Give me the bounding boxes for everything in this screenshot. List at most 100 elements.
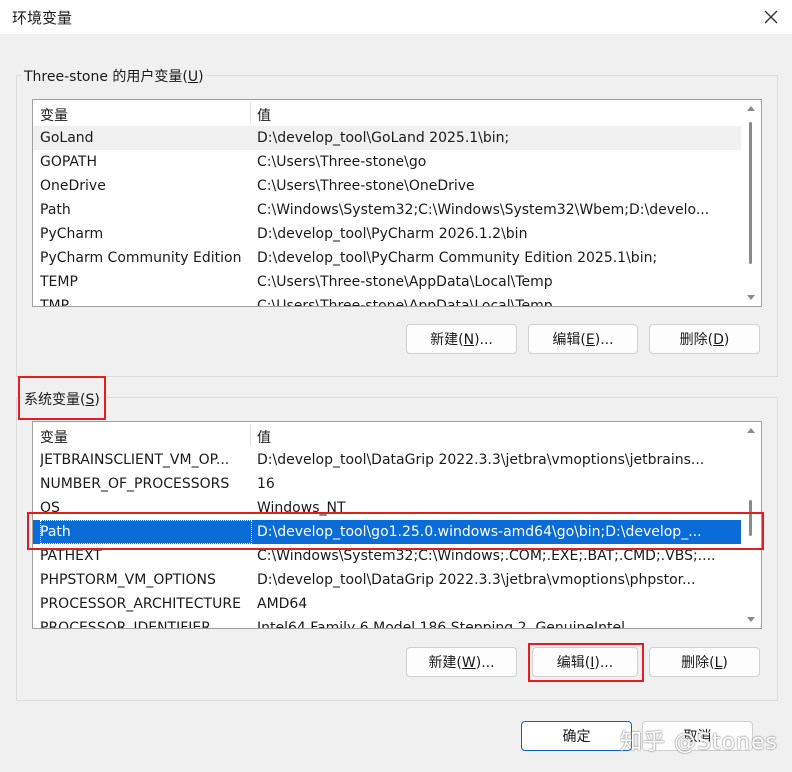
var-name: GOPATH (40, 154, 97, 170)
var-name: Path (40, 202, 71, 218)
close-icon[interactable] (758, 4, 784, 30)
var-name: OS (40, 500, 60, 516)
var-value: D:\develop_tool\DataGrip 2022.3.3\jetbra… (257, 452, 705, 468)
btn-text: 确定 (562, 729, 591, 745)
table-row[interactable]: GoLand D:\develop_tool\GoLand 2025.1\bin; (33, 126, 741, 150)
system-label-suffix: ) (94, 392, 100, 408)
table-row[interactable]: GOPATH C:\Users\Three-stone\go (33, 150, 741, 174)
var-value: D:\develop_tool\PyCharm 2026.1.2\bin (257, 226, 528, 242)
system-variables-label: 系统变量(S) (22, 389, 102, 409)
btn-text: ) (722, 655, 728, 671)
table-row[interactable]: PATHEXT C:\Windows\System32;C:\Windows;.C… (33, 544, 741, 568)
btn-text: )... (594, 332, 614, 348)
var-value: D:\develop_tool\PyCharm Community Editio… (257, 250, 658, 266)
watermark-text: 知乎 @Stones (620, 730, 778, 755)
table-row[interactable]: PyCharm D:\develop_tool\PyCharm 2026.1.2\… (33, 222, 741, 246)
var-value: C:\Windows\System32;C:\Windows;.COM;.EXE… (257, 548, 716, 564)
btn-text: ) (723, 332, 730, 348)
var-name: Path (40, 520, 252, 544)
table-row[interactable]: Path C:\Windows\System32;C:\Windows\Syste… (33, 198, 741, 222)
system-variables-list[interactable]: 变量 值 JETBRAINSCLIENT_VM_OP... D:\develop_… (32, 421, 762, 629)
btn-key: D (713, 332, 724, 348)
table-row[interactable]: TMP C:\Users\Three-stone\AppData\Local\Te… (33, 294, 741, 307)
btn-text: 新建( (430, 332, 464, 348)
var-value: C:\Users\Three-stone\AppData\Local\Temp (257, 298, 553, 307)
column-header-value[interactable]: 值 (257, 427, 271, 447)
column-header-name[interactable]: 变量 (40, 427, 68, 447)
list-header: 变量 值 (33, 100, 741, 126)
scroll-down-arrow-icon[interactable] (747, 295, 755, 300)
btn-text: )... (594, 655, 614, 671)
system-list-scrollbar[interactable] (741, 422, 761, 628)
var-value: C:\Windows\System32;C:\Windows\System32\… (257, 202, 710, 218)
user-label-prefix: Three-stone 的用户变量( (24, 69, 188, 85)
var-value: D:\develop_tool\GoLand 2025.1\bin; (257, 130, 510, 146)
var-value: AMD64 (257, 596, 308, 612)
var-name: NUMBER_OF_PROCESSORS (40, 476, 230, 492)
scroll-thumb[interactable] (749, 500, 752, 536)
scroll-down-arrow-icon[interactable] (747, 617, 755, 622)
user-label-key: U (187, 69, 199, 85)
scroll-up-arrow-icon[interactable] (747, 428, 755, 433)
btn-text: 新建( (428, 655, 462, 671)
btn-text: )... (474, 332, 493, 348)
var-name: PyCharm (40, 226, 104, 242)
title-bar: 环境变量 (0, 0, 792, 34)
scroll-thumb[interactable] (749, 122, 752, 264)
ok-button[interactable]: 确定 (521, 721, 632, 751)
var-value: 16 (257, 476, 275, 492)
btn-text: 编辑( (552, 332, 586, 348)
table-row[interactable]: PHPSTORM_VM_OPTIONS D:\develop_tool\DataG… (33, 568, 741, 592)
system-delete-button[interactable]: 删除(L) (649, 647, 760, 677)
list-header: 变量 值 (33, 422, 741, 448)
btn-key: W (461, 655, 476, 671)
column-divider[interactable] (250, 424, 251, 446)
btn-key: E (585, 332, 595, 348)
window-title: 环境变量 (12, 9, 73, 27)
scroll-up-arrow-icon[interactable] (747, 106, 755, 111)
system-edit-button[interactable]: 编辑(I)... (532, 647, 638, 677)
var-value: C:\Users\Three-stone\AppData\Local\Temp (257, 274, 553, 290)
user-variables-label: Three-stone 的用户变量(U) (22, 66, 206, 86)
user-rows: GoLand D:\develop_tool\GoLand 2025.1\bin;… (33, 126, 741, 306)
btn-text: 删除( (679, 332, 714, 348)
var-value: D:\develop_tool\DataGrip 2022.3.3\jetbra… (257, 572, 696, 588)
table-row[interactable]: TEMP C:\Users\Three-stone\AppData\Local\T… (33, 270, 741, 294)
table-row[interactable]: PROCESSOR_IDENTIFIER Intel64 Family 6 Mod… (33, 616, 741, 629)
var-value: C:\Users\Three-stone\go (257, 154, 427, 170)
user-edit-button[interactable]: 编辑(E)... (528, 324, 638, 354)
var-name: GoLand (40, 130, 94, 146)
table-row[interactable]: OS Windows_NT (33, 496, 741, 520)
table-row-selected[interactable]: Path D:\develop_tool\go1.25.0.windows-amd… (33, 520, 741, 544)
btn-text: 删除( (681, 655, 715, 671)
var-name: PATHEXT (40, 548, 102, 564)
user-list-scrollbar[interactable] (741, 100, 761, 306)
var-value: C:\Users\Three-stone\OneDrive (257, 178, 475, 194)
column-divider[interactable] (250, 102, 251, 124)
column-header-name[interactable]: 变量 (40, 105, 68, 125)
table-row[interactable]: PyCharm Community Edition D:\develop_tool… (33, 246, 741, 270)
var-name: PHPSTORM_VM_OPTIONS (40, 572, 216, 588)
var-name: JETBRAINSCLIENT_VM_OP... (40, 452, 230, 468)
var-value: Intel64 Family 6 Model 186 Stepping 2, G… (257, 620, 626, 629)
user-delete-button[interactable]: 删除(D) (649, 324, 760, 354)
table-row[interactable]: NUMBER_OF_PROCESSORS 16 (33, 472, 741, 496)
system-rows: JETBRAINSCLIENT_VM_OP... D:\develop_tool\… (33, 448, 741, 628)
system-label-prefix: 系统变量( (24, 392, 86, 408)
table-row[interactable]: OneDrive C:\Users\Three-stone\OneDrive (33, 174, 741, 198)
btn-text: )... (475, 655, 495, 671)
table-row[interactable]: PROCESSOR_ARCHITECTURE AMD64 (33, 592, 741, 616)
var-name: PROCESSOR_IDENTIFIER (40, 620, 211, 629)
var-name: TEMP (40, 274, 78, 290)
var-name: PROCESSOR_ARCHITECTURE (40, 596, 241, 612)
user-new-button[interactable]: 新建(N)... (406, 324, 517, 354)
var-value: Windows_NT (257, 500, 346, 516)
user-variables-list[interactable]: 变量 值 GoLand D:\develop_tool\GoLand 2025.1… (32, 99, 762, 307)
var-name: OneDrive (40, 178, 106, 194)
btn-key: N (463, 332, 475, 348)
column-header-value[interactable]: 值 (257, 105, 271, 125)
table-row[interactable]: JETBRAINSCLIENT_VM_OP... D:\develop_tool\… (33, 448, 741, 472)
btn-text: 编辑( (556, 655, 591, 671)
system-new-button[interactable]: 新建(W)... (406, 647, 517, 677)
user-label-suffix: ) (198, 69, 204, 85)
